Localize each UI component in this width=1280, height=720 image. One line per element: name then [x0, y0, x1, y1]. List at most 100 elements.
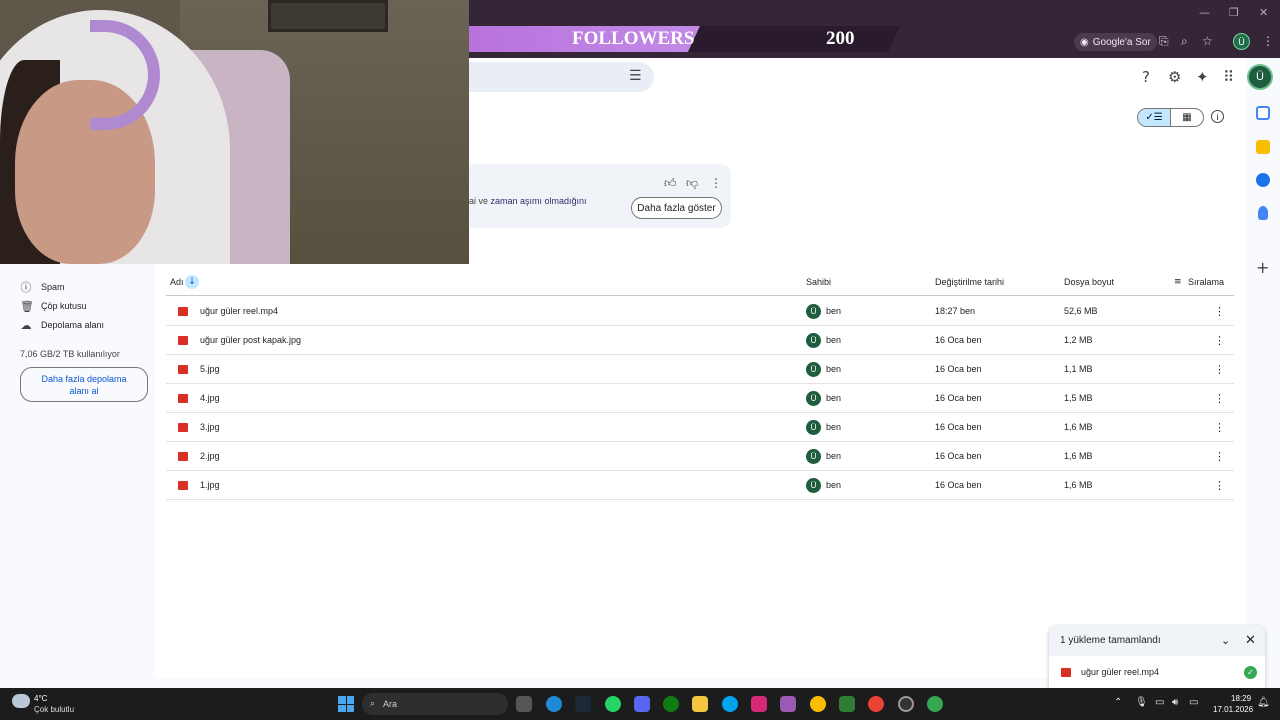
sort-direction-arrow-icon[interactable]: ↓ [185, 275, 199, 289]
file-modified: 16 Oca ben [935, 480, 982, 490]
header-size[interactable]: Dosya boyut [1064, 277, 1114, 287]
table-row[interactable]: 2.jpg Üben 16 Oca ben 1,6 MB ⋮ [166, 442, 1234, 471]
sidebar-item-trash[interactable]: 🗑︎ Çöp kutusu [20, 298, 87, 314]
chrome-profile-2-icon[interactable] [927, 696, 943, 712]
microphone-icon[interactable]: 🎙︎ [1135, 697, 1148, 708]
view-toggle[interactable]: ✓☰ ▦ [1137, 108, 1204, 127]
network-icon[interactable]: ▭ [1155, 697, 1164, 708]
file-name[interactable]: 3.jpg [200, 422, 220, 432]
row-more-icon[interactable]: ⋮ [1214, 305, 1225, 318]
table-row[interactable]: 5.jpg Üben 16 Oca ben 1,1 MB ⋮ [166, 355, 1234, 384]
thumbs-down-icon[interactable]: 👎︎ [686, 176, 698, 191]
tasks-icon[interactable] [1256, 173, 1270, 187]
row-more-icon[interactable]: ⋮ [1214, 392, 1225, 405]
file-name[interactable]: uğur güler post kapak.jpg [200, 335, 301, 345]
row-more-icon[interactable]: ⋮ [1214, 334, 1225, 347]
file-name[interactable]: 1.jpg [200, 480, 220, 490]
chrome-icon[interactable] [810, 696, 826, 712]
taskbar-search[interactable]: ⌕ Ara [362, 693, 508, 715]
sidebar-item-storage[interactable]: ☁ Depolama alanı [20, 317, 105, 333]
discord-icon[interactable] [634, 696, 650, 712]
header-modified[interactable]: Değiştirilme tarihi [935, 277, 1004, 287]
maximize-icon[interactable]: ❐ [1229, 6, 1239, 19]
file-size: 1,6 MB [1064, 480, 1093, 490]
owner-avatar: Ü [806, 478, 821, 493]
google-ask-button[interactable]: ◉ Google'a Sor [1074, 33, 1157, 51]
sort-lines-icon[interactable]: ≡ [1174, 277, 1182, 287]
google-ask-label: Google'a Sor [1092, 36, 1151, 48]
info-icon[interactable]: i [1211, 110, 1224, 123]
upload-file-name[interactable]: uğur güler reel.mp4 [1081, 667, 1159, 677]
card-more-icon[interactable]: ⋮ [710, 176, 722, 190]
xbox-icon[interactable] [663, 696, 679, 712]
file-explorer-icon[interactable] [692, 696, 708, 712]
instagram-icon[interactable] [751, 696, 767, 712]
row-more-icon[interactable]: ⋮ [1214, 363, 1225, 376]
copilot-icon[interactable] [780, 696, 796, 712]
webcam-overlay [0, 0, 469, 264]
cast-icon[interactable]: ⎘ [1159, 34, 1169, 49]
list-view-icon[interactable]: ✓☰ [1138, 109, 1171, 126]
file-name[interactable]: 4.jpg [200, 393, 220, 403]
cloud-weather-icon[interactable] [12, 694, 30, 708]
file-name[interactable]: 2.jpg [200, 451, 220, 461]
weather-temp[interactable]: 4°C [34, 694, 47, 703]
browser-menu-icon[interactable]: ⋮ [1262, 34, 1274, 48]
get-more-storage-button[interactable]: Daha fazla depolama alanı al [20, 367, 148, 402]
app-icon[interactable] [839, 696, 855, 712]
grid-view-icon[interactable]: ▦ [1171, 109, 1203, 126]
chrome-profile-icon[interactable] [868, 696, 884, 712]
weather-desc[interactable]: Çok bulutlu [34, 705, 74, 714]
close-window-icon[interactable]: ✕ [1259, 6, 1268, 19]
owner-avatar: Ü [806, 391, 821, 406]
header-owner[interactable]: Sahibi [806, 277, 831, 287]
clock-time[interactable]: 18:29 [1231, 694, 1251, 703]
show-more-button[interactable]: Daha fazla göster [631, 197, 722, 219]
obs-icon[interactable] [898, 696, 914, 712]
search-options-icon[interactable]: ☰ [629, 68, 645, 84]
row-more-icon[interactable]: ⋮ [1214, 421, 1225, 434]
copilot-app-icon[interactable] [722, 696, 738, 712]
table-row[interactable]: 3.jpg Üben 16 Oca ben 1,6 MB ⋮ [166, 413, 1234, 442]
help-icon[interactable]: ? [1142, 68, 1150, 86]
drive-search-input[interactable] [469, 62, 654, 92]
browser-profile-avatar[interactable]: Ü [1233, 33, 1250, 50]
table-row[interactable]: uğur güler post kapak.jpg Üben 16 Oca ben 1… [166, 326, 1234, 355]
header-sort[interactable]: Sıralama [1188, 277, 1224, 287]
apps-grid-icon[interactable]: ⠿ [1223, 68, 1234, 86]
bookmark-star-icon[interactable]: ☆ [1202, 34, 1213, 48]
close-icon[interactable]: ✕ [1245, 633, 1256, 648]
start-button[interactable] [338, 696, 354, 712]
file-name[interactable]: 5.jpg [200, 364, 220, 374]
minimize-icon[interactable]: — [1199, 6, 1210, 19]
keep-icon[interactable] [1256, 140, 1270, 154]
add-addon-icon[interactable]: + [1256, 258, 1269, 277]
whatsapp-icon[interactable] [605, 696, 621, 712]
calendar-icon[interactable] [1256, 106, 1270, 120]
task-view-icon[interactable] [516, 696, 532, 712]
table-row[interactable]: uğur güler reel.mp4 Üben 18:27 ben 52,6 MB ⋮ [166, 297, 1234, 326]
table-row[interactable]: 1.jpg Üben 16 Oca ben 1,6 MB ⋮ [166, 471, 1234, 500]
battery-icon[interactable]: ▭ [1189, 697, 1198, 708]
thumbs-up-icon[interactable]: 👍︎ [664, 176, 677, 191]
notification-icon[interactable]: 🔔︎ [1257, 697, 1270, 708]
gemini-sparkle-icon[interactable]: ✦ [1196, 68, 1209, 86]
account-avatar[interactable]: Ü [1249, 66, 1271, 88]
file-name[interactable]: uğur güler reel.mp4 [200, 306, 278, 316]
header-name[interactable]: Adı [170, 277, 184, 287]
row-more-icon[interactable]: ⋮ [1214, 450, 1225, 463]
steam-icon[interactable] [575, 696, 591, 712]
taskbar-search-placeholder: Ara [383, 699, 398, 709]
file-owner: ben [826, 335, 842, 345]
table-row[interactable]: 4.jpg Üben 16 Oca ben 1,5 MB ⋮ [166, 384, 1234, 413]
volume-icon[interactable]: 🔊︎ [1172, 697, 1178, 708]
chevron-down-icon[interactable]: ⌄ [1221, 634, 1230, 647]
zoom-icon[interactable]: ⌕ [1181, 34, 1188, 49]
row-more-icon[interactable]: ⋮ [1214, 479, 1225, 492]
contacts-icon[interactable] [1258, 206, 1268, 220]
tray-chevron-icon[interactable]: ⌃ [1114, 697, 1122, 708]
sidebar-item-spam[interactable]: ⓘ Spam [20, 279, 65, 295]
edge-icon[interactable] [546, 696, 562, 712]
settings-gear-icon[interactable]: ⚙ [1168, 68, 1181, 86]
clock-date[interactable]: 17.01.2026 [1213, 705, 1253, 714]
